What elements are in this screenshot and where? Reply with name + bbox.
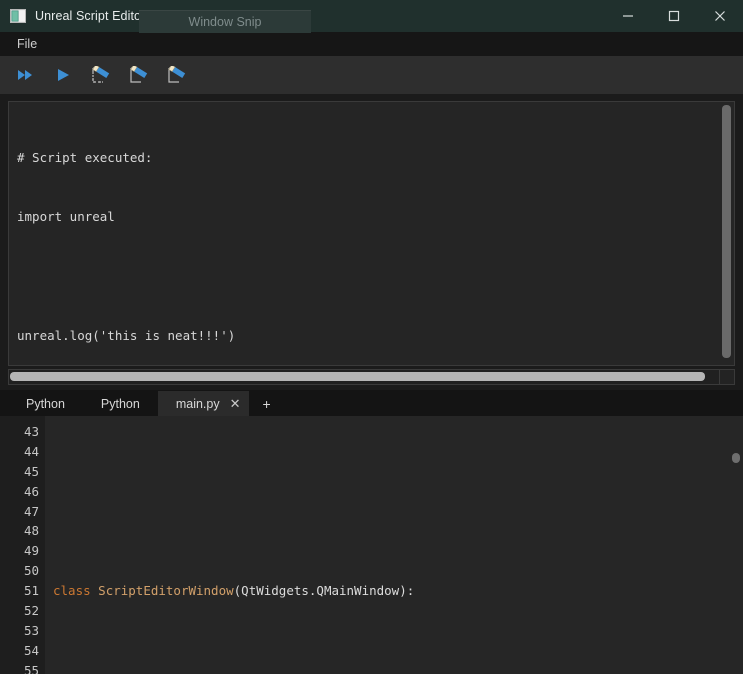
- tab-label: main.py: [176, 397, 220, 411]
- line-number: 51: [0, 581, 39, 601]
- output-vertical-scrollbar[interactable]: [719, 102, 734, 365]
- line-number: 52: [0, 601, 39, 621]
- script-tab-bar: Python Python main.py ✕ +: [0, 390, 743, 416]
- window-title: Unreal Script Editor: [35, 9, 145, 23]
- run-all-icon[interactable]: [12, 62, 40, 88]
- code-line: [53, 641, 743, 661]
- line-number: 55: [0, 661, 39, 674]
- line-number: 53: [0, 621, 39, 641]
- output-line: [17, 266, 712, 286]
- line-number: 50: [0, 561, 39, 581]
- close-button[interactable]: [697, 0, 743, 32]
- line-number: 46: [0, 482, 39, 502]
- line-number: 44: [0, 442, 39, 462]
- code-text-area[interactable]: class ScriptEditorWindow(QtWidgets.QMain…: [45, 416, 743, 674]
- add-tab-button[interactable]: +: [249, 391, 285, 416]
- minimize-button[interactable]: [605, 0, 651, 32]
- window-controls: [605, 0, 743, 32]
- tab-close-icon[interactable]: ✕: [230, 397, 241, 410]
- window-app-icon: [10, 8, 26, 24]
- output-vertical-scroll-thumb[interactable]: [722, 105, 731, 358]
- output-line: import unreal: [17, 207, 712, 227]
- code-line: [53, 462, 743, 482]
- menu-item-file[interactable]: File: [8, 34, 46, 54]
- editor-vertical-scroll-thumb[interactable]: [732, 453, 740, 463]
- line-number: 47: [0, 502, 39, 522]
- window-snip-overlay: Window Snip: [139, 10, 311, 33]
- clear-all-icon[interactable]: [164, 62, 192, 88]
- tab-python-2[interactable]: Python: [83, 391, 158, 416]
- toolbar: [0, 56, 743, 94]
- line-number: 54: [0, 641, 39, 661]
- clear-script-icon[interactable]: [126, 62, 154, 88]
- tab-python-1[interactable]: Python: [8, 391, 83, 416]
- output-horizontal-scroll-thumb[interactable]: [10, 372, 705, 381]
- line-number: 48: [0, 521, 39, 541]
- tab-label: Python: [26, 397, 65, 411]
- editor-vertical-scrollbar[interactable]: [729, 416, 743, 674]
- run-selected-icon[interactable]: [50, 62, 78, 88]
- output-line: # Script executed:: [17, 148, 712, 168]
- output-text[interactable]: # Script executed: import unreal unreal.…: [9, 102, 718, 365]
- code-line: [53, 522, 743, 542]
- title-bar: Unreal Script Editor Window Snip: [0, 0, 743, 32]
- line-number: 43: [0, 422, 39, 442]
- maximize-button[interactable]: [651, 0, 697, 32]
- output-line: unreal.log('this is neat!!!'): [17, 326, 712, 346]
- clear-output-icon[interactable]: [88, 62, 116, 88]
- script-editor-window: Unreal Script Editor Window Snip File: [0, 0, 743, 674]
- output-horizontal-scrollbar[interactable]: [8, 369, 735, 385]
- window-snip-label: Window Snip: [189, 15, 262, 29]
- line-number-gutter: 43 44 45 46 47 48 49 50 51 52 53 54 55 5…: [0, 416, 45, 674]
- code-line: class ScriptEditorWindow(QtWidgets.QMain…: [53, 581, 743, 601]
- code-editor: 43 44 45 46 47 48 49 50 51 52 53 54 55 5…: [0, 416, 743, 674]
- scrollbar-corner: [719, 369, 735, 385]
- output-pane: # Script executed: import unreal unreal.…: [8, 101, 735, 366]
- tab-label: Python: [101, 397, 140, 411]
- line-number: 49: [0, 541, 39, 561]
- menu-bar: File: [0, 32, 743, 56]
- line-number: 45: [0, 462, 39, 482]
- tab-main-py[interactable]: main.py ✕: [158, 391, 249, 416]
